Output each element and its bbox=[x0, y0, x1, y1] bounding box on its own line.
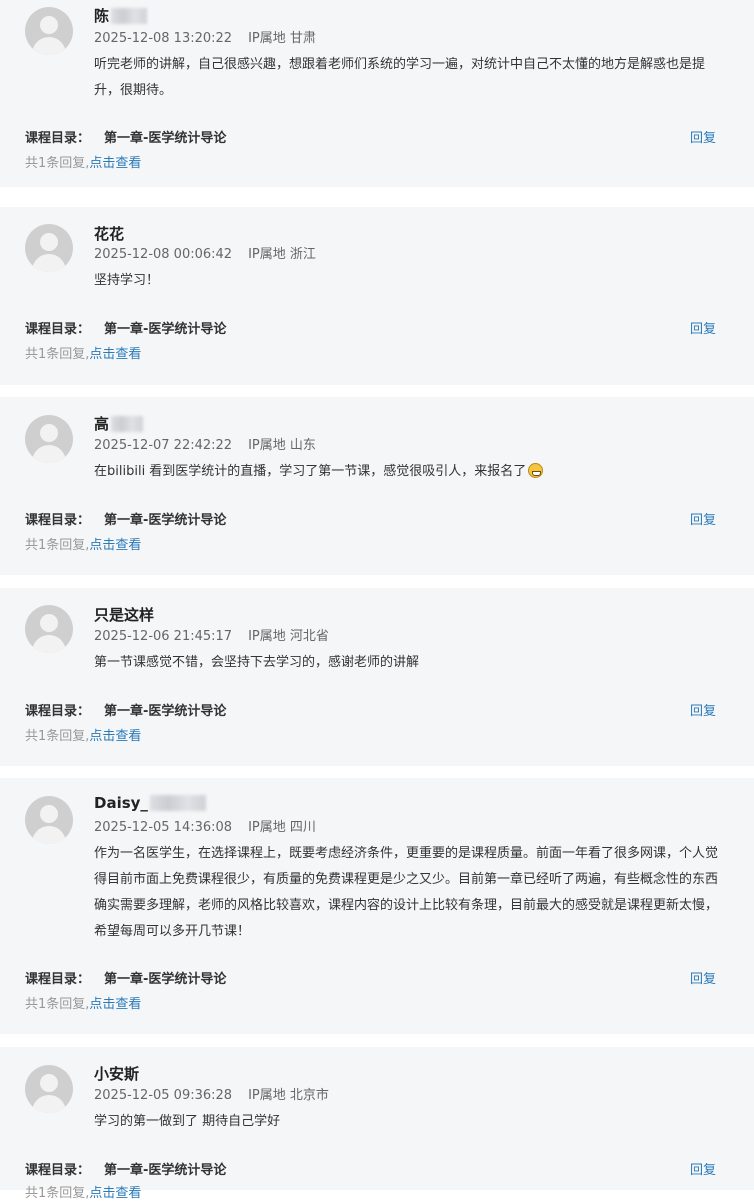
avatar[interactable] bbox=[25, 796, 73, 844]
comment-text: 在bilibili 看到医学统计的直播，学习了第一节课，感觉很吸引人，来报名了 bbox=[94, 459, 724, 485]
name-mosaic bbox=[149, 795, 206, 811]
course-catalog: 课程目录： 第一章-医学统计导论 bbox=[25, 513, 227, 528]
comment-time: 2025-12-07 22:42:22 bbox=[94, 438, 233, 453]
username: 小安斯 bbox=[94, 1065, 140, 1083]
comment-text: 坚持学习！ bbox=[94, 273, 160, 288]
comment-card: 高 2025-12-07 22:42:22 IP属地 山东 在bilibili 看… bbox=[0, 397, 754, 575]
comment-card: 花花 2025-12-08 00:06:42 IP属地 浙江 坚持学习！ 课程目录… bbox=[0, 207, 754, 385]
comment-card: 小安斯 2025-12-05 09:36:28 IP属地 北京市 学习的第一做到了… bbox=[0, 1047, 754, 1201]
reply-button[interactable]: 回复 bbox=[690, 318, 716, 337]
reply-button[interactable]: 回复 bbox=[690, 127, 716, 146]
comment-text: 学习的第一做到了 期待自己学好 bbox=[94, 1114, 281, 1129]
ip-location: IP属地 河北省 bbox=[248, 629, 329, 644]
reply-summary: 共1条回复,点击查看 bbox=[25, 729, 142, 744]
ip-location: IP属地 四川 bbox=[248, 820, 316, 835]
reply-summary: 共1条回复,点击查看 bbox=[25, 997, 142, 1012]
comment-meta: 2025-12-06 21:45:17 IP属地 河北省 bbox=[94, 625, 329, 644]
comment-time: 2025-12-06 21:45:17 bbox=[94, 629, 233, 644]
comment-meta: 2025-12-08 00:06:42 IP属地 浙江 bbox=[94, 243, 316, 262]
view-replies-link[interactable]: 点击查看 bbox=[89, 156, 141, 171]
ip-location: IP属地 山东 bbox=[248, 438, 316, 453]
avatar[interactable] bbox=[25, 415, 73, 463]
ip-location: IP属地 浙江 bbox=[248, 247, 316, 262]
view-replies-link[interactable]: 点击查看 bbox=[89, 997, 141, 1012]
view-replies-link[interactable]: 点击查看 bbox=[89, 347, 141, 362]
avatar[interactable] bbox=[25, 224, 73, 272]
reply-button[interactable]: 回复 bbox=[690, 968, 716, 987]
view-replies-link[interactable]: 点击查看 bbox=[89, 729, 141, 744]
comment-time: 2025-12-08 13:20:22 bbox=[94, 31, 233, 46]
course-catalog: 课程目录： 第一章-医学统计导论 bbox=[25, 704, 227, 719]
comment-card: 陈 2025-12-08 13:20:22 IP属地 甘肃 听完老师的讲解，自己很… bbox=[0, 0, 754, 187]
ip-location: IP属地 北京市 bbox=[248, 1088, 329, 1103]
comment-time: 2025-12-05 09:36:28 bbox=[94, 1088, 233, 1103]
username: 高 bbox=[94, 413, 144, 434]
reply-button[interactable]: 回复 bbox=[690, 509, 716, 528]
comment-text: 第一节课感觉不错，会坚持下去学习的，感谢老师的讲解 bbox=[94, 655, 420, 670]
name-mosaic bbox=[111, 7, 148, 24]
name-mosaic bbox=[111, 415, 144, 432]
username: 陈 bbox=[94, 5, 148, 26]
reply-button[interactable]: 回复 bbox=[690, 700, 716, 719]
course-catalog: 课程目录： 第一章-医学统计导论 bbox=[25, 1163, 227, 1178]
reply-summary: 共1条回复,点击查看 bbox=[25, 156, 142, 171]
comment-text: 听完老师的讲解，自己很感兴趣，想跟着老师们系统的学习一遍，对统计中自己不太懂的地… bbox=[94, 57, 706, 98]
comment-meta: 2025-12-05 14:36:08 IP属地 四川 bbox=[94, 816, 316, 835]
reply-summary: 共1条回复,点击查看 bbox=[25, 347, 142, 362]
avatar[interactable] bbox=[25, 605, 73, 653]
comment-meta: 2025-12-08 13:20:22 IP属地 甘肃 bbox=[94, 27, 316, 46]
reply-summary: 共1条回复,点击查看 bbox=[25, 1186, 142, 1201]
course-catalog: 课程目录： 第一章-医学统计导论 bbox=[25, 131, 227, 146]
comment-meta: 2025-12-07 22:42:22 IP属地 山东 bbox=[94, 434, 316, 453]
username: 只是这样 bbox=[94, 606, 155, 624]
course-catalog: 课程目录： 第一章-医学统计导论 bbox=[25, 972, 227, 987]
username: 花花 bbox=[94, 225, 125, 243]
comment-card: 只是这样 2025-12-06 21:45:17 IP属地 河北省 第一节课感觉不… bbox=[0, 588, 754, 766]
reply-summary: 共1条回复,点击查看 bbox=[25, 538, 142, 553]
view-replies-link[interactable]: 点击查看 bbox=[89, 538, 141, 553]
course-catalog: 课程目录： 第一章-医学统计导论 bbox=[25, 322, 227, 337]
username: Daisy_ bbox=[94, 794, 206, 812]
avatar[interactable] bbox=[25, 1065, 73, 1113]
comment-text: 作为一名医学生，在选择课程上，既要考虑经济条件，更重要的是课程质量。前面一年看了… bbox=[94, 846, 719, 939]
view-replies-link[interactable]: 点击查看 bbox=[89, 1186, 141, 1201]
reply-button[interactable]: 回复 bbox=[690, 1159, 716, 1178]
ip-location: IP属地 甘肃 bbox=[248, 31, 316, 46]
comment-time: 2025-12-05 14:36:08 bbox=[94, 820, 233, 835]
comment-time: 2025-12-08 00:06:42 bbox=[94, 247, 233, 262]
comment-card: Daisy_ 2025-12-05 14:36:08 IP属地 四川 作为一名医学… bbox=[0, 778, 754, 1034]
grinning-face-icon bbox=[528, 463, 544, 478]
avatar[interactable] bbox=[25, 7, 73, 55]
comment-meta: 2025-12-05 09:36:28 IP属地 北京市 bbox=[94, 1084, 329, 1103]
